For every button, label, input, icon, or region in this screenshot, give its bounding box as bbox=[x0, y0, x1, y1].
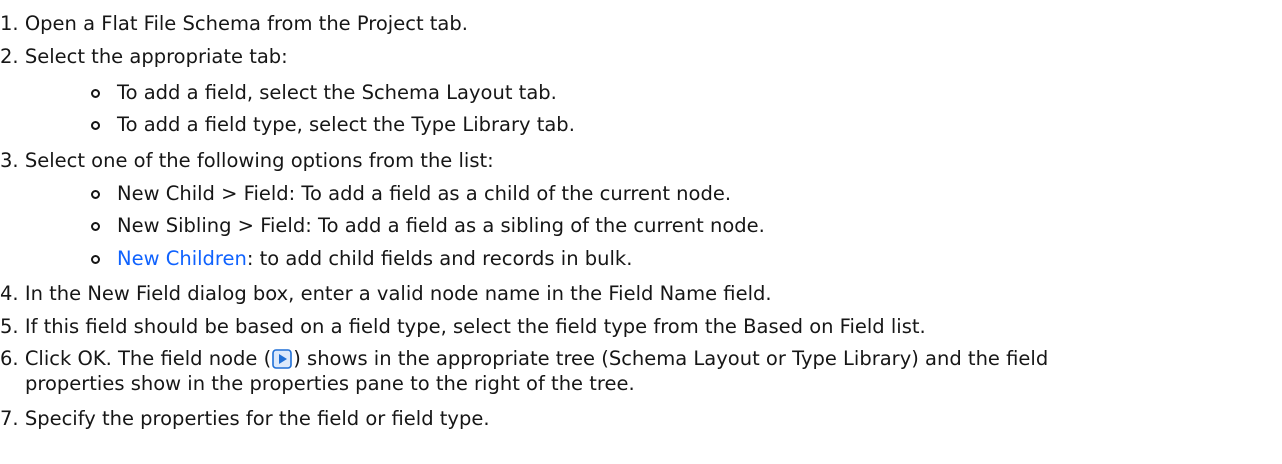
step-number: 7. bbox=[0, 407, 25, 430]
step-7: 7. Specify the properties for the field … bbox=[0, 407, 490, 431]
step-number: 2. bbox=[0, 45, 25, 68]
substep: New Child > Field: To add a field as a c… bbox=[117, 182, 732, 205]
step-number: 6. bbox=[0, 347, 25, 370]
bullet-icon bbox=[91, 121, 100, 130]
substep-with-link: New Children: to add child fields and re… bbox=[117, 247, 632, 271]
bullet-icon bbox=[91, 89, 100, 98]
new-children-link[interactable]: New Children bbox=[117, 247, 247, 270]
substep: To add a field type, select the Type Lib… bbox=[117, 113, 575, 136]
step-text-before-icon: Click OK. The field node ( bbox=[24, 347, 272, 370]
step-number: 3. bbox=[0, 149, 25, 172]
step-text-after-icon: ) shows in the appropriate tree (Schema … bbox=[293, 347, 1049, 370]
step-number: 1. bbox=[0, 12, 25, 35]
step-5: 5. If this field should be based on a fi… bbox=[0, 315, 926, 339]
step-text: Specify the properties for the field or … bbox=[24, 407, 490, 430]
step-text: Select one of the following options from… bbox=[24, 149, 494, 172]
step-text: In the New Field dialog box, enter a val… bbox=[24, 282, 772, 305]
step-text: If this field should be based on a field… bbox=[24, 315, 926, 338]
step-1: 1. Open a Flat File Schema from the Proj… bbox=[0, 12, 468, 36]
substep-rest: : to add child fields and records in bul… bbox=[246, 247, 633, 270]
step-2: 2. Select the appropriate tab: bbox=[0, 45, 288, 69]
step-4: 4. In the New Field dialog box, enter a … bbox=[0, 282, 772, 306]
step-text: Select the appropriate tab: bbox=[24, 45, 288, 68]
bullet-icon bbox=[91, 222, 100, 231]
step-number: 4. bbox=[0, 282, 25, 305]
bullet-icon bbox=[91, 190, 100, 199]
step-3: 3. Select one of the following options f… bbox=[0, 149, 494, 173]
bullet-icon bbox=[91, 255, 100, 264]
step-text: Open a Flat File Schema from the Project… bbox=[24, 12, 468, 35]
substep: To add a field, select the Schema Layout… bbox=[117, 81, 557, 104]
substep: New Sibling > Field: To add a field as a… bbox=[117, 214, 765, 237]
step-6: 6. Click OK. The field node ( ) shows in… bbox=[0, 347, 1048, 371]
step-number: 5. bbox=[0, 315, 25, 338]
field-node-icon bbox=[272, 349, 293, 369]
step-6-continuation: properties show in the properties pane t… bbox=[25, 372, 635, 395]
